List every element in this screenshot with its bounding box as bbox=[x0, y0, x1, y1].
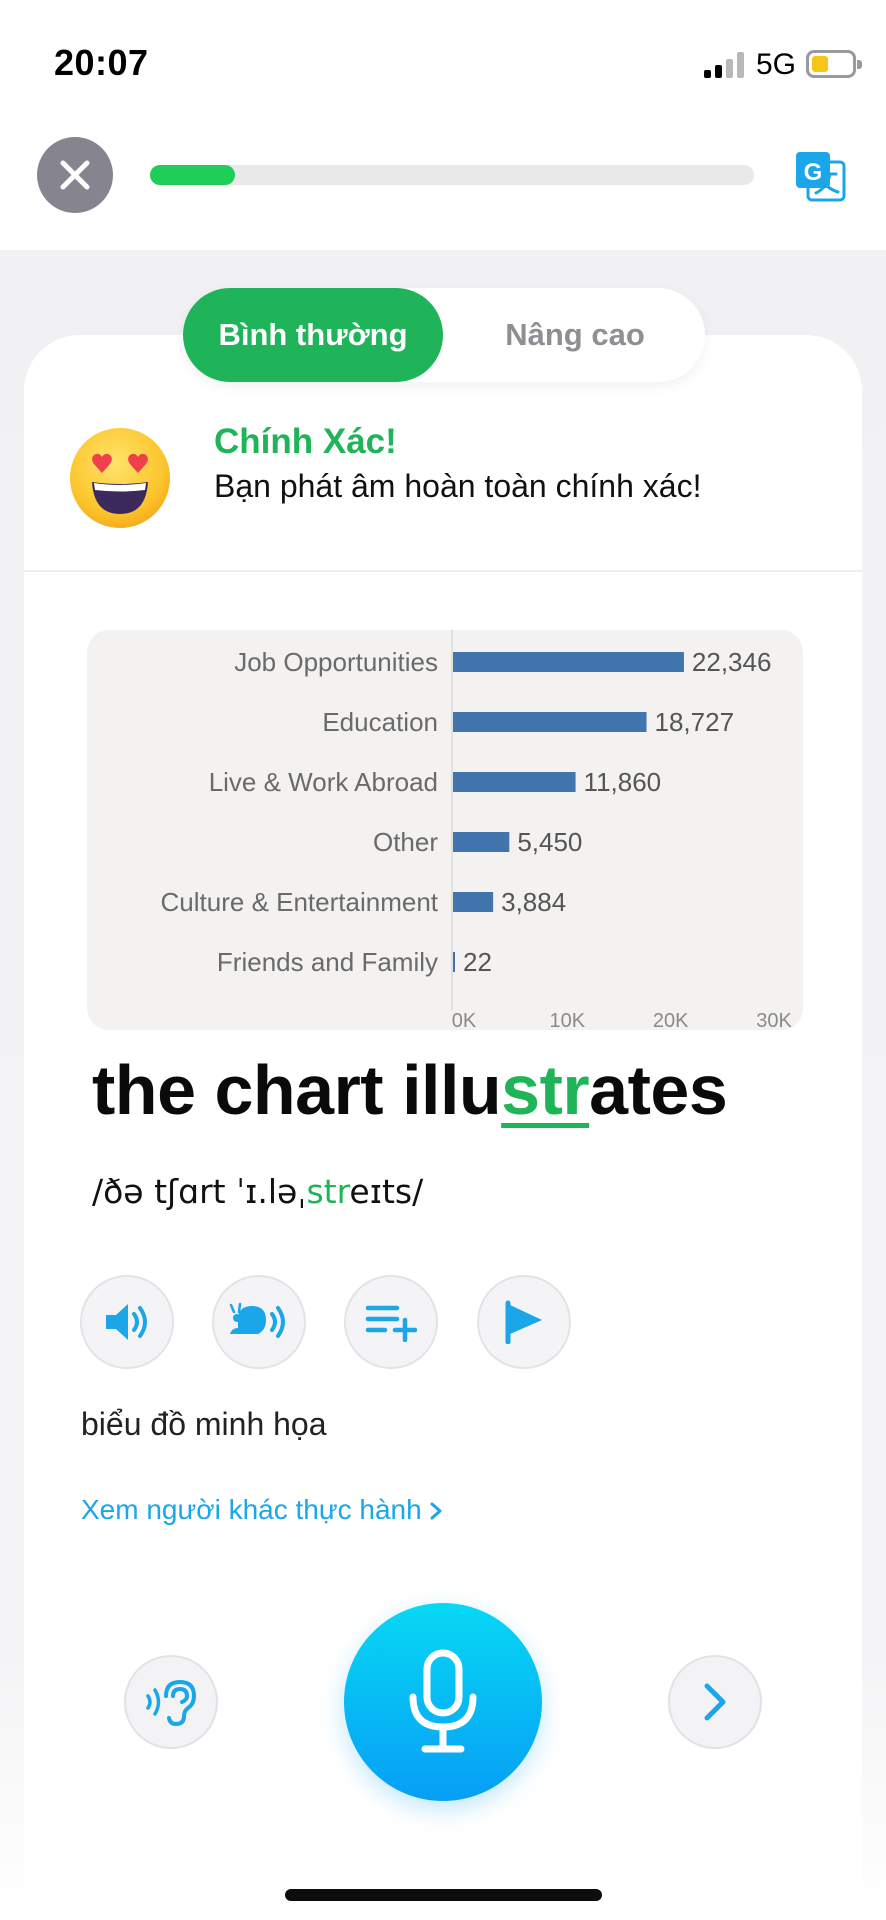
feedback-message: Bạn phát âm hoàn toàn chính xác! bbox=[214, 468, 702, 504]
chart-x-tick-label: 20K bbox=[653, 1010, 689, 1030]
bar-chart: Job Opportunities 22,346 Education 18,727 Li… bbox=[161, 630, 792, 1030]
chart-category-label: Live & Work Abroad bbox=[209, 767, 438, 797]
ear-listen-icon bbox=[146, 1679, 197, 1726]
see-others-practice-link[interactable]: Xem người khác thực hành bbox=[81, 1494, 443, 1526]
listen-recording-button[interactable] bbox=[124, 1655, 218, 1749]
chart-category-label: Friends and Family bbox=[217, 947, 438, 977]
translate-button[interactable]: G bbox=[794, 150, 848, 204]
chart-bar bbox=[453, 772, 576, 792]
ipa-text-after: eɪts/ bbox=[349, 1172, 424, 1211]
chart-value-label: 3,884 bbox=[501, 887, 566, 917]
phrase-meaning: biểu đồ minh họa bbox=[81, 1406, 327, 1442]
translate-icon: G bbox=[796, 152, 846, 202]
ipa-text-before: /ðə tʃɑrt ˈɪ.ləˌ bbox=[92, 1172, 307, 1211]
chevron-right-icon bbox=[704, 1683, 726, 1721]
mode-advanced-button[interactable]: Nâng cao bbox=[445, 288, 705, 382]
pronunciation-feedback: Chính Xác! Bạn phát âm hoàn toàn chính x… bbox=[24, 410, 862, 572]
next-button[interactable] bbox=[668, 1655, 762, 1749]
chart-value-label: 11,860 bbox=[584, 767, 662, 797]
practice-phrase: the chart illustrates bbox=[92, 1050, 728, 1130]
chart-x-tick-label: 10K bbox=[550, 1010, 586, 1030]
lesson-progress-bar bbox=[150, 165, 754, 185]
chart-x-tick-label: 0K bbox=[452, 1010, 477, 1030]
chart-category-label: Culture & Entertainment bbox=[161, 887, 439, 917]
chart-x-tick-label: 30K bbox=[756, 1010, 792, 1030]
ipa-highlight: str bbox=[306, 1172, 350, 1211]
feedback-title: Chính Xác! bbox=[214, 422, 397, 461]
chart-bar bbox=[453, 892, 494, 912]
lesson-progress-fill bbox=[150, 165, 235, 185]
mode-normal-button[interactable]: Bình thường bbox=[183, 288, 443, 382]
add-to-list-button[interactable] bbox=[344, 1275, 438, 1369]
microphone-icon bbox=[409, 1649, 477, 1753]
chart-category-label: Job Opportunities bbox=[234, 647, 438, 677]
see-others-label: Xem người khác thực hành bbox=[81, 1494, 422, 1525]
status-time: 20:07 bbox=[54, 42, 149, 83]
svg-text:G: G bbox=[804, 159, 823, 186]
heart-eyes-emoji-icon bbox=[70, 428, 170, 528]
chart-bar bbox=[453, 712, 647, 732]
phonetic-transcription: /ðə tʃɑrt ˈɪ.ləˌstreɪts/ bbox=[92, 1172, 423, 1211]
play-audio-button[interactable] bbox=[80, 1275, 174, 1369]
chart-value-label: 22 bbox=[463, 947, 492, 977]
battery-icon bbox=[806, 50, 862, 78]
phrase-text-before: the chart illu bbox=[92, 1051, 502, 1129]
chart-bar bbox=[453, 952, 455, 972]
play-slow-button[interactable] bbox=[212, 1275, 306, 1369]
speaker-icon bbox=[106, 1304, 147, 1340]
chart-value-label: 18,727 bbox=[655, 707, 735, 737]
chart-image: Job Opportunities 22,346 Education 18,727 Li… bbox=[87, 630, 803, 1030]
chart-category-label: Education bbox=[322, 707, 438, 737]
lesson-topbar: G bbox=[0, 120, 886, 250]
mode-toggle: Bình thường Nâng cao bbox=[183, 288, 705, 382]
status-bar: 20:07 5G bbox=[0, 0, 886, 120]
chart-bar bbox=[453, 832, 510, 852]
chart-category-label: Other bbox=[373, 827, 438, 857]
phrase-text-after: ates bbox=[589, 1051, 728, 1129]
cellular-signal-icon bbox=[704, 50, 744, 78]
report-button[interactable] bbox=[477, 1275, 571, 1369]
phrase-highlight: str bbox=[501, 1051, 590, 1129]
record-microphone-button[interactable] bbox=[344, 1603, 542, 1801]
network-type: 5G bbox=[756, 48, 797, 81]
playlist-add-icon bbox=[365, 1305, 417, 1342]
chart-value-label: 5,450 bbox=[517, 827, 582, 857]
close-button[interactable] bbox=[37, 137, 113, 213]
chevron-right-small-icon bbox=[430, 1502, 442, 1520]
snail-speaker-icon bbox=[229, 1302, 285, 1338]
home-indicator bbox=[285, 1889, 602, 1901]
flag-icon bbox=[505, 1300, 542, 1344]
chart-value-label: 22,346 bbox=[692, 647, 772, 677]
chart-bar bbox=[453, 652, 684, 672]
close-icon bbox=[60, 160, 90, 190]
